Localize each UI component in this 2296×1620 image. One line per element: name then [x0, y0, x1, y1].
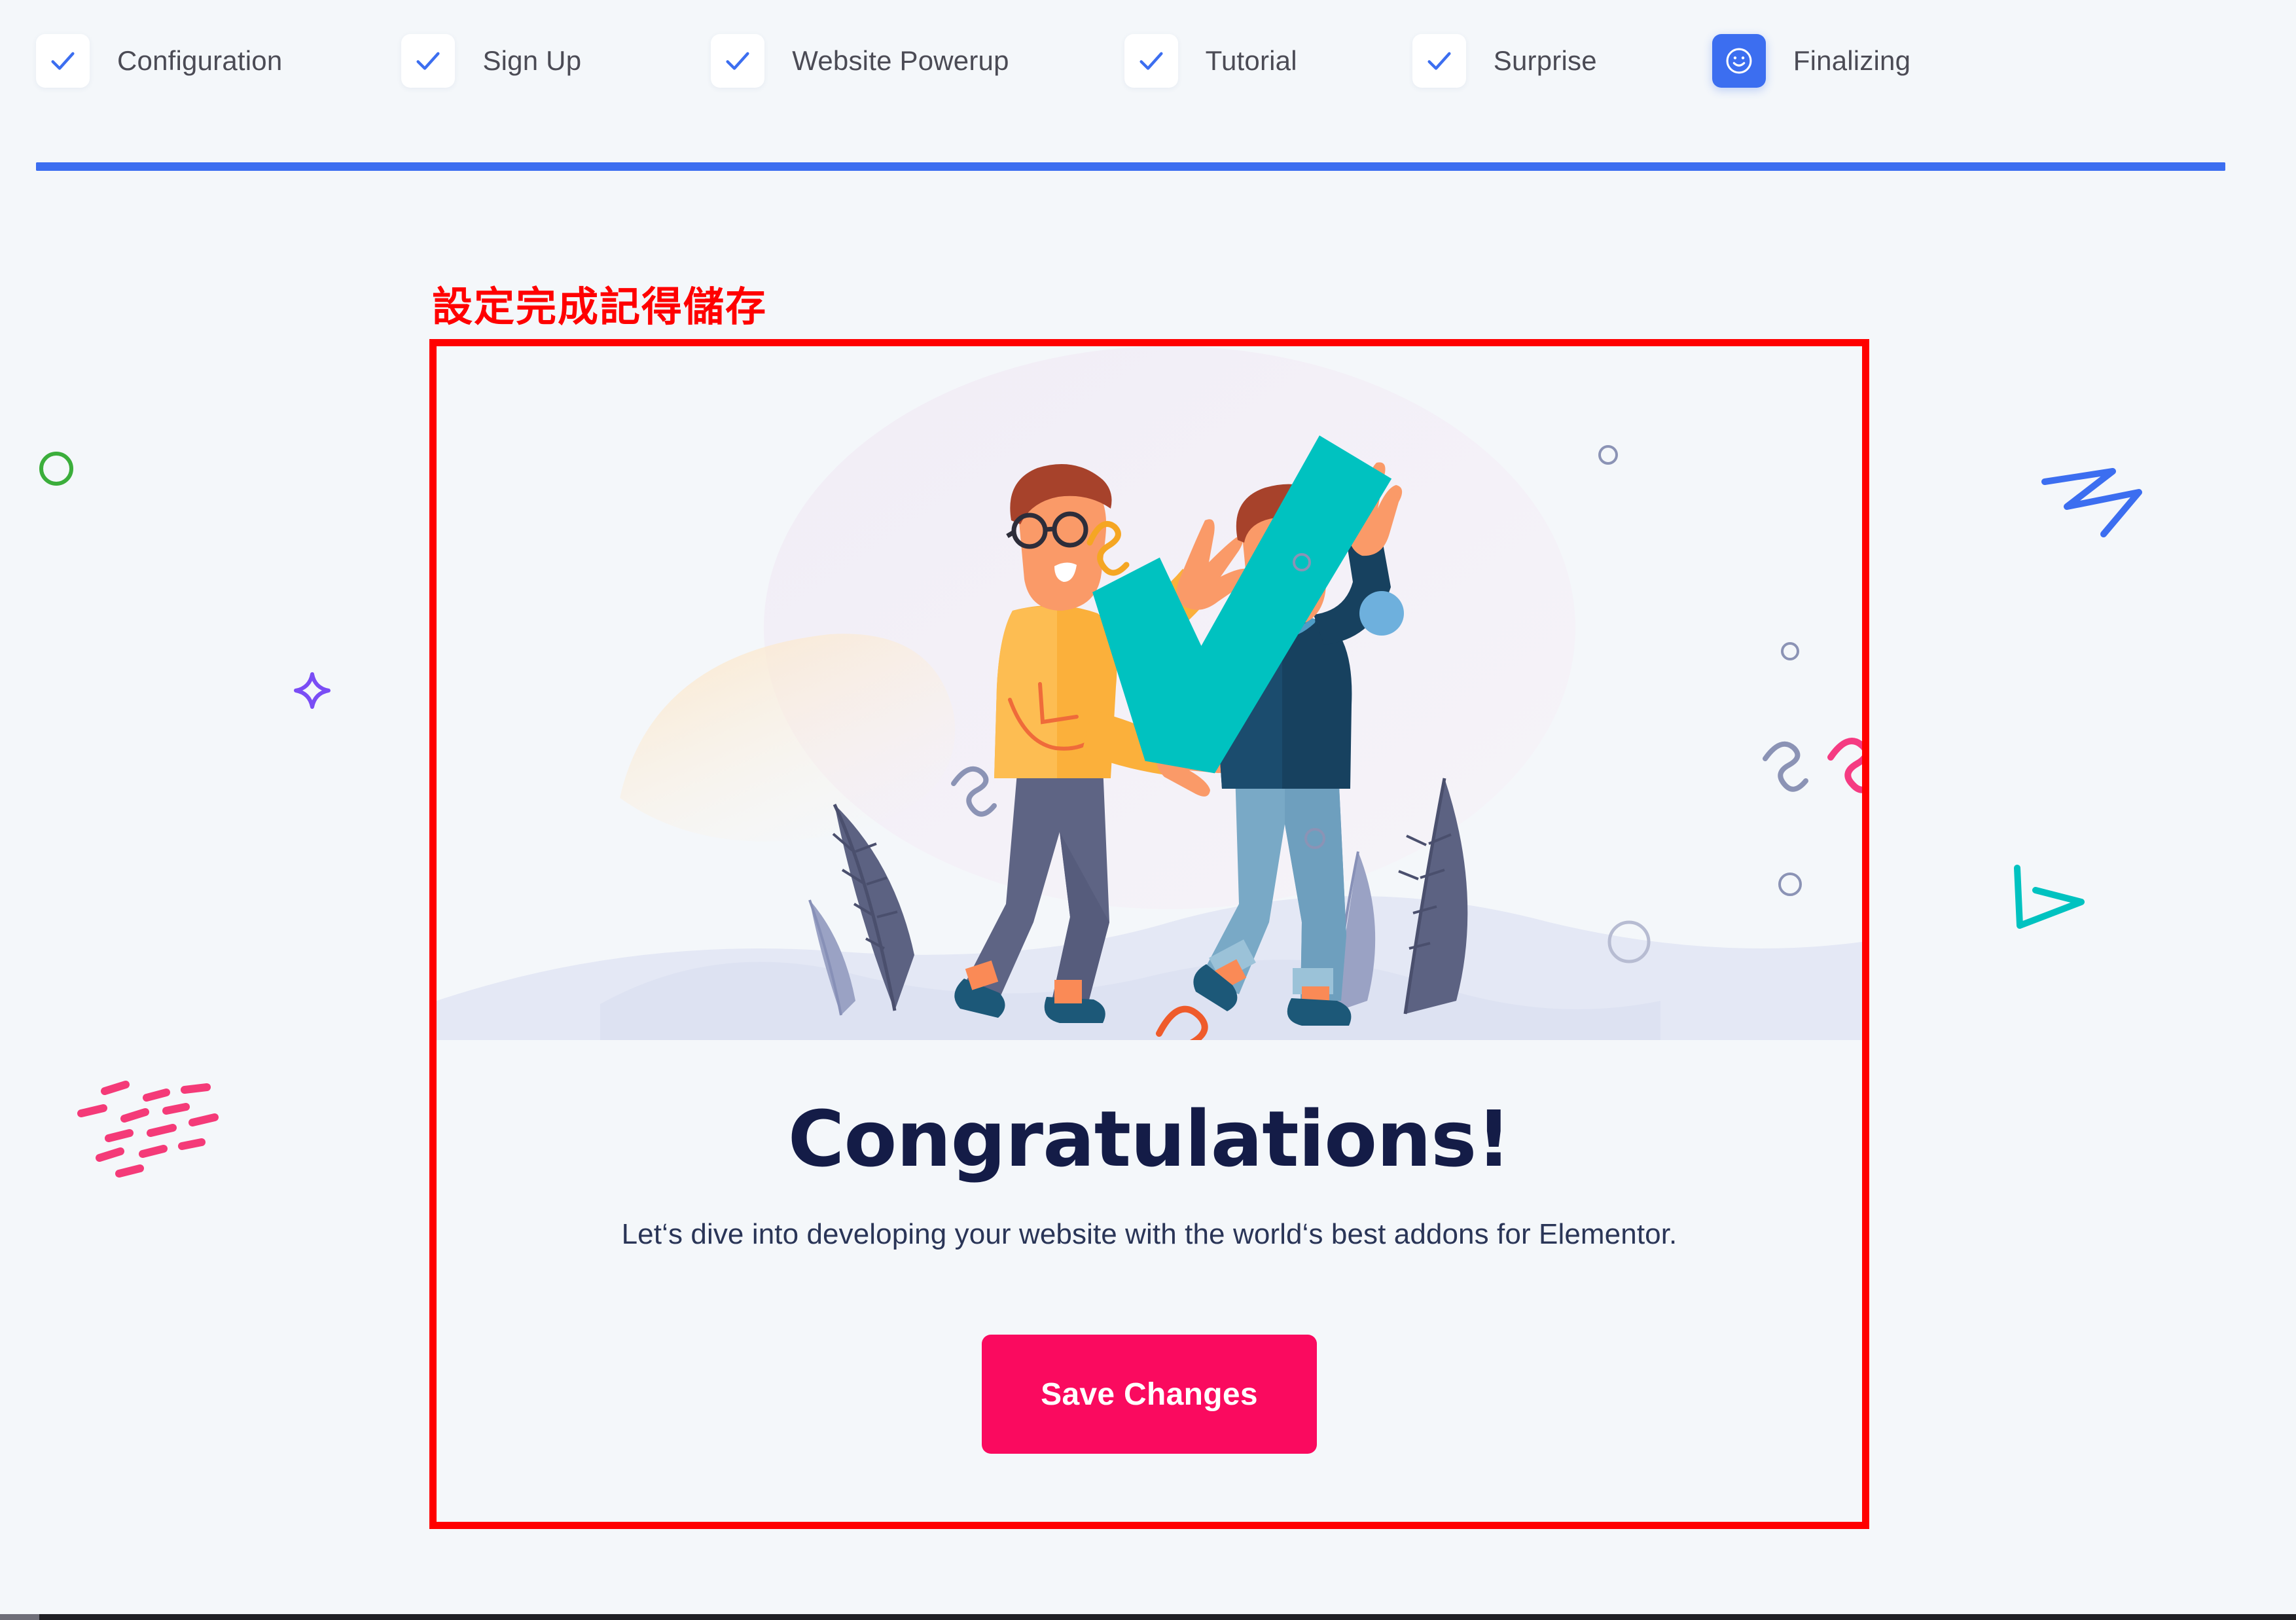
- step-check-box: [1412, 34, 1466, 88]
- page-title: Congratulations!: [787, 1094, 1511, 1184]
- step-label: Configuration: [117, 45, 283, 76]
- wizard-step-header: Configuration Sign Up Website Powerup Tu…: [0, 0, 2296, 171]
- step-label: Tutorial: [1205, 45, 1297, 76]
- wizard-progress-bar: [36, 162, 2225, 171]
- wizard-step-list: Configuration Sign Up Website Powerup Tu…: [36, 34, 2225, 88]
- step-check-box: [36, 34, 90, 88]
- wizard-step-tutorial[interactable]: Tutorial: [1124, 34, 1297, 88]
- step-label: Sign Up: [482, 45, 582, 76]
- check-icon: [51, 52, 75, 70]
- check-icon: [416, 52, 440, 70]
- wizard-step-sign-up[interactable]: Sign Up: [401, 34, 581, 88]
- annotation-highlight-box: Congratulations! Let‘s dive into develop…: [429, 339, 1869, 1529]
- wizard-step-finalizing[interactable]: Finalizing: [1712, 34, 1910, 88]
- onboarding-wizard-page: Configuration Sign Up Website Powerup Tu…: [0, 0, 2296, 1620]
- step-label: Surprise: [1493, 45, 1597, 76]
- smiley-face-icon: [1726, 48, 1752, 74]
- browser-bottom-edge-left: [0, 1614, 39, 1620]
- check-icon: [1427, 52, 1451, 70]
- step-check-box: [711, 34, 765, 88]
- step-label: Finalizing: [1793, 45, 1911, 76]
- browser-bottom-edge: [0, 1614, 2296, 1620]
- check-icon: [1139, 52, 1163, 70]
- green-circle-outline-icon: [38, 450, 75, 487]
- illustration-svg: [437, 346, 1862, 1040]
- purple-sparkle-star-icon: [293, 672, 331, 710]
- step-label: Website Powerup: [792, 45, 1009, 76]
- congratulations-card: Congratulations! Let‘s dive into develop…: [437, 346, 1862, 1522]
- pink-dash-cluster-icon: [71, 1070, 228, 1188]
- step-check-box: [1124, 34, 1178, 88]
- page-subtitle: Let‘s dive into developing your website …: [621, 1218, 1677, 1250]
- wizard-step-website-powerup[interactable]: Website Powerup: [711, 34, 1009, 88]
- annotation-text: 設定完成記得儲存: [432, 283, 768, 331]
- wizard-progress-fill: [36, 162, 2225, 171]
- step-check-box: [401, 34, 456, 88]
- teal-triangle-arrow-icon: [2011, 863, 2089, 935]
- step-current-box: [1712, 34, 1766, 88]
- check-icon: [726, 52, 749, 70]
- celebration-illustration: [437, 346, 1862, 1040]
- save-changes-button[interactable]: Save Changes: [982, 1335, 1317, 1454]
- wizard-step-surprise[interactable]: Surprise: [1412, 34, 1597, 88]
- blue-zigzag-scribble-icon: [2041, 466, 2145, 538]
- wizard-step-configuration[interactable]: Configuration: [36, 34, 282, 88]
